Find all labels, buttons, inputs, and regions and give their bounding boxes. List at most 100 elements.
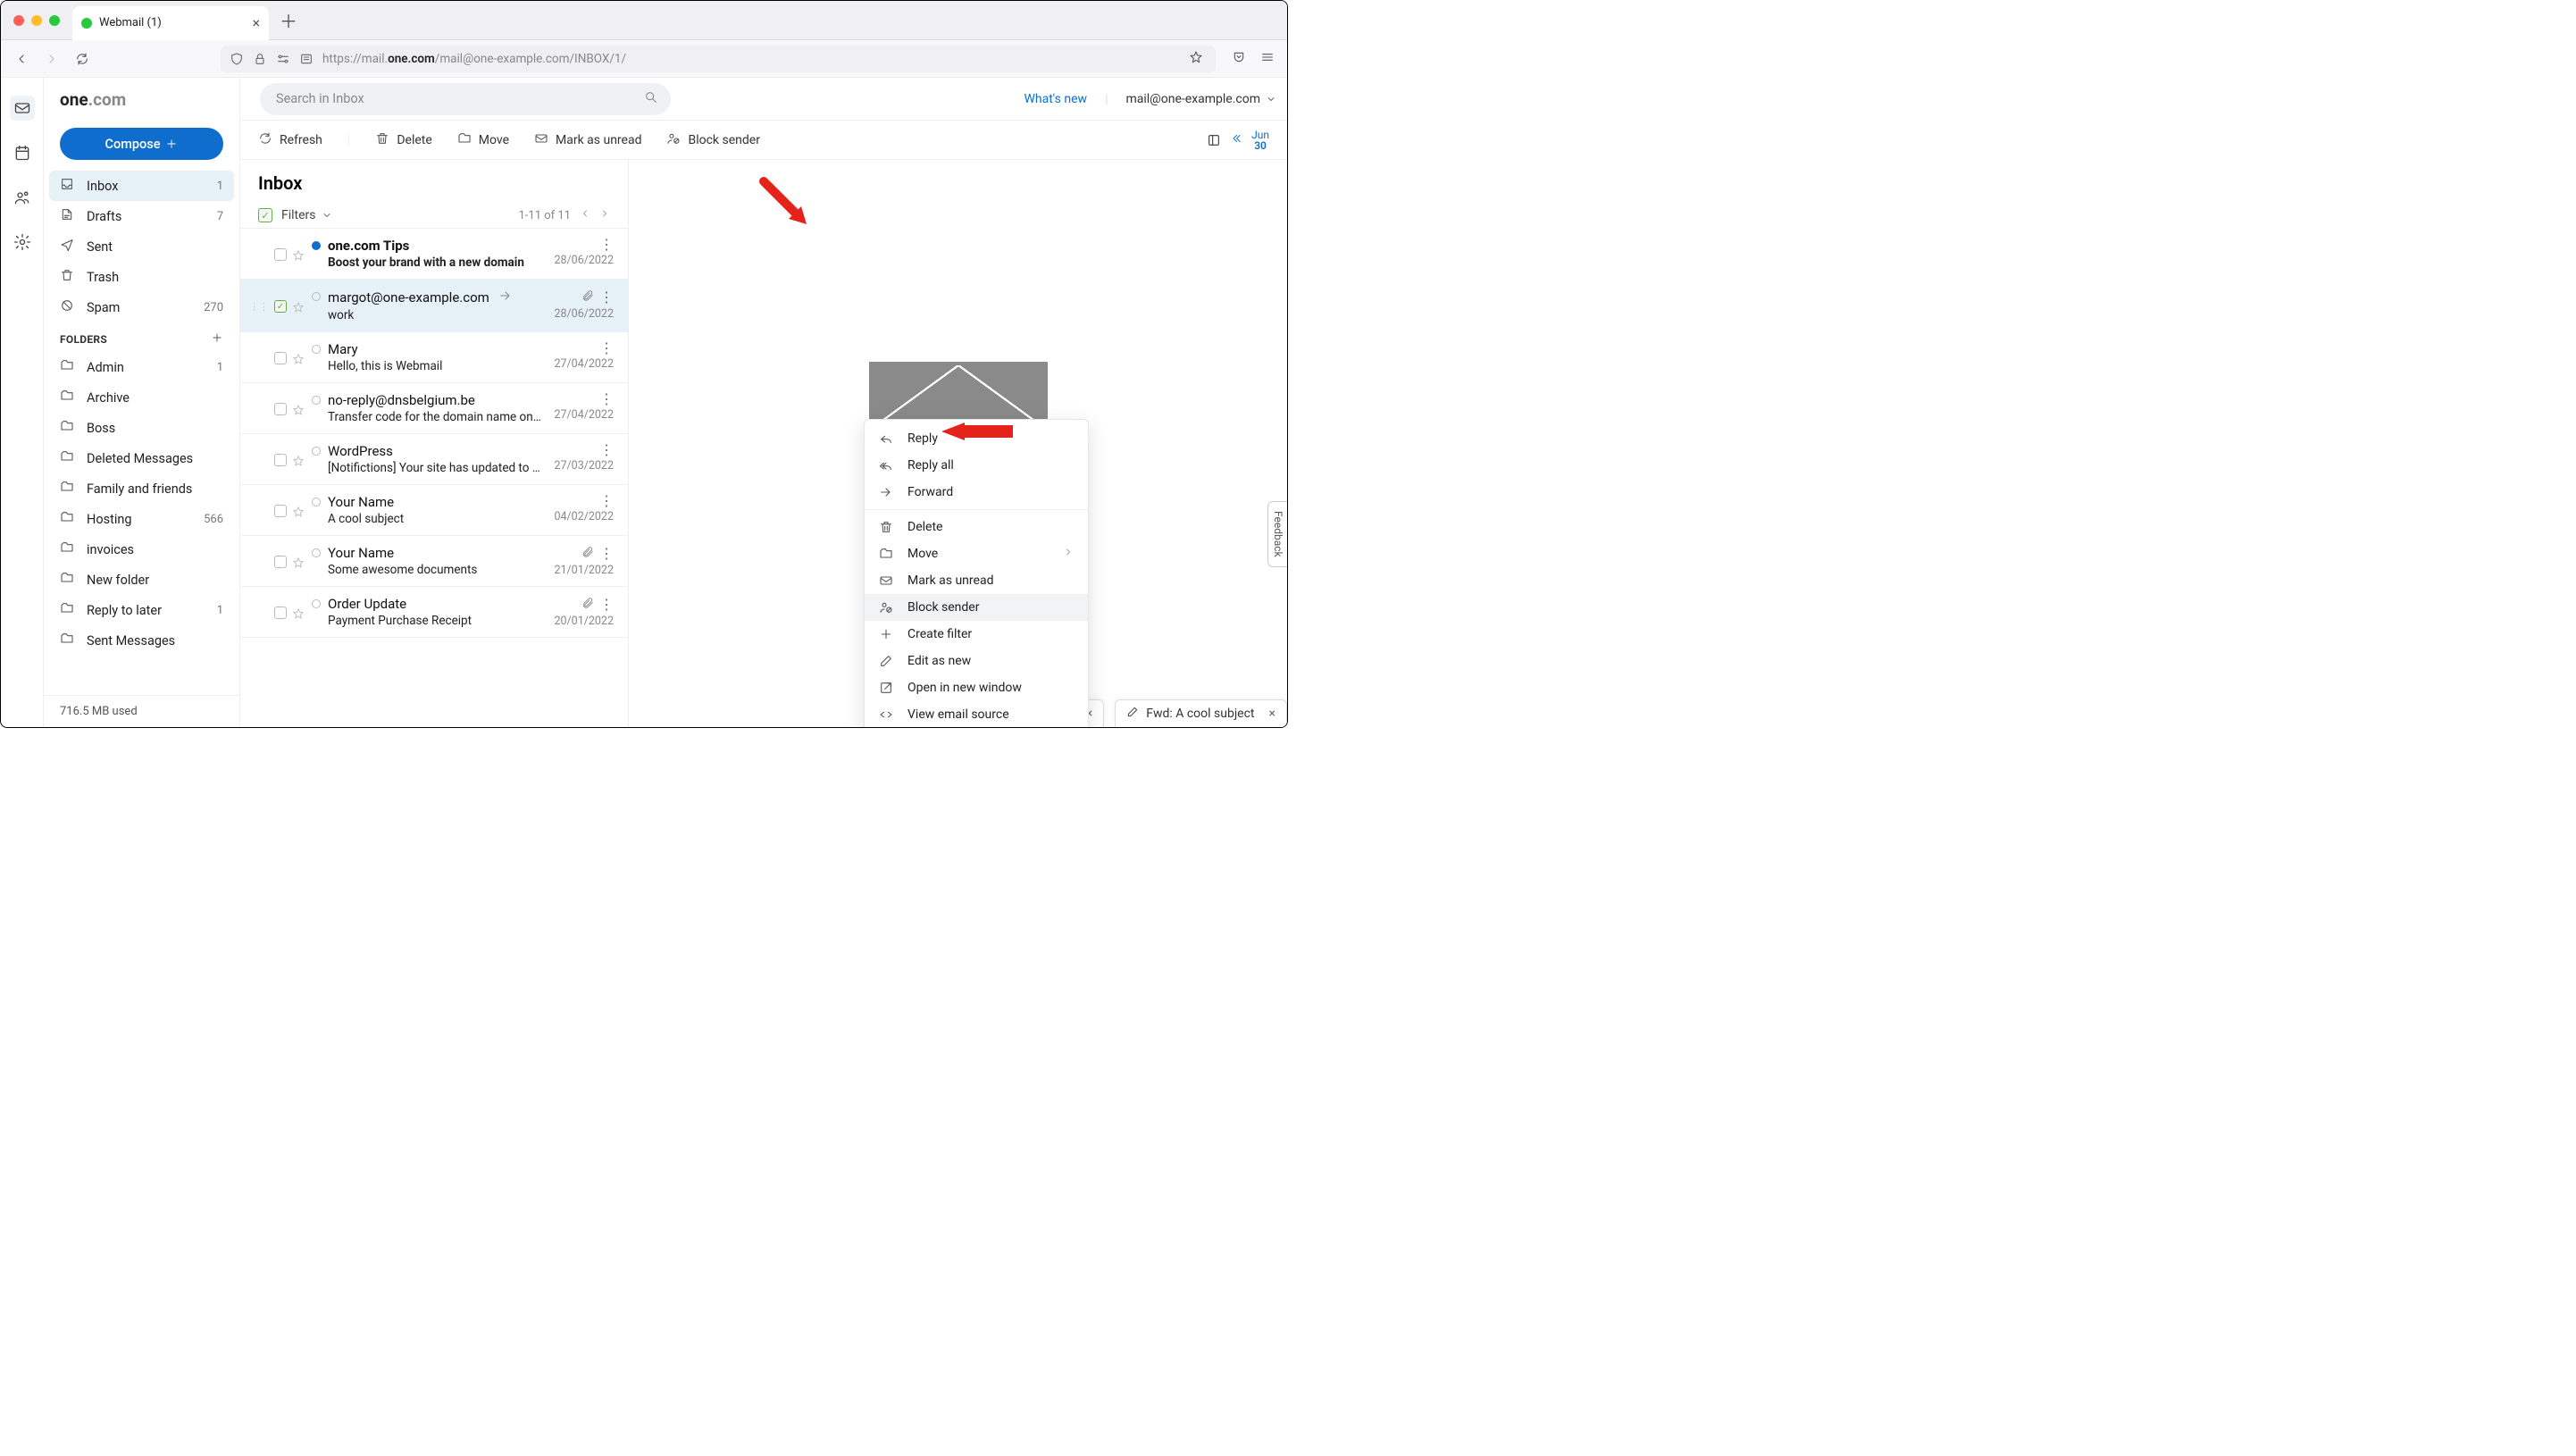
sidebar-folder-spam[interactable]: Spam270 bbox=[44, 292, 239, 322]
sidebar-folder-drafts[interactable]: Drafts7 bbox=[44, 201, 239, 231]
ctx-create-filter[interactable]: Create filter bbox=[865, 621, 1088, 648]
message-menu-button[interactable]: ⋮ bbox=[599, 547, 614, 561]
drag-handle-icon[interactable]: ⋮⋮ bbox=[249, 301, 269, 313]
contacts-rail-icon[interactable] bbox=[10, 185, 35, 210]
filters-button[interactable]: Filters bbox=[281, 208, 332, 222]
ctx-edit-as-new[interactable]: Edit as new bbox=[865, 648, 1088, 674]
feedback-button[interactable]: Feedback bbox=[1267, 501, 1288, 567]
ctx-delete[interactable]: Delete bbox=[865, 514, 1088, 540]
whats-new-link[interactable]: What's new bbox=[1024, 92, 1087, 106]
sidebar-folder-reply-to-later[interactable]: Reply to later1 bbox=[44, 595, 239, 625]
sidebar-folder-boss[interactable]: Boss bbox=[44, 413, 239, 443]
calendar-rail-icon[interactable] bbox=[10, 140, 35, 165]
star-button[interactable] bbox=[292, 300, 305, 313]
message-menu-button[interactable]: ⋮ bbox=[599, 341, 614, 356]
message-context-menu[interactable]: ReplyReply allForwardDeleteMoveMark as u… bbox=[864, 419, 1089, 727]
sidebar-folder-deleted-messages[interactable]: Deleted Messages bbox=[44, 443, 239, 473]
message-row[interactable]: ⋮⋮no-reply@dnsbelgium.beTransfer code fo… bbox=[240, 383, 628, 434]
search-input[interactable]: Search in Inbox bbox=[260, 83, 671, 115]
ctx-view-email-source[interactable]: View email source bbox=[865, 701, 1088, 727]
star-button[interactable] bbox=[292, 248, 305, 261]
sidebar-folder-family-and-friends[interactable]: Family and friends bbox=[44, 473, 239, 504]
sidebar-folder-archive[interactable]: Archive bbox=[44, 382, 239, 413]
message-row[interactable]: ⋮⋮Your NameA cool subject⋮04/02/2022 bbox=[240, 485, 628, 536]
menu-button[interactable] bbox=[1257, 50, 1278, 68]
message-checkbox[interactable] bbox=[274, 556, 287, 568]
sidebar-folder-sent[interactable]: Sent bbox=[44, 231, 239, 262]
ctx-forward[interactable]: Forward bbox=[865, 479, 1088, 506]
message-menu-button[interactable]: ⋮ bbox=[599, 598, 614, 612]
sidebar-folder-new-folder[interactable]: New folder bbox=[44, 565, 239, 595]
message-checkbox[interactable] bbox=[274, 352, 287, 364]
draft-tab[interactable]: Fwd: A cool subject× bbox=[1115, 699, 1287, 727]
mail-rail-icon[interactable] bbox=[10, 96, 35, 121]
sidebar-folder-admin[interactable]: Admin1 bbox=[44, 352, 239, 382]
block-sender-button[interactable]: Block sender bbox=[666, 131, 759, 149]
message-row[interactable]: ⋮⋮WordPress[Notifictions] Your site has … bbox=[240, 434, 628, 485]
message-menu-button[interactable]: ⋮ bbox=[599, 392, 614, 406]
message-checkbox[interactable]: ✓ bbox=[274, 300, 287, 313]
sidebar-folder-invoices[interactable]: invoices bbox=[44, 534, 239, 565]
ctx-move[interactable]: Move bbox=[865, 540, 1088, 567]
message-checkbox[interactable] bbox=[274, 403, 287, 415]
star-button[interactable] bbox=[292, 556, 305, 568]
add-folder-button[interactable] bbox=[211, 331, 223, 347]
message-row[interactable]: ⋮⋮Order UpdatePayment Purchase Receipt⋮2… bbox=[240, 587, 628, 638]
message-menu-button[interactable]: ⋮ bbox=[599, 290, 614, 305]
date-nav-prev[interactable] bbox=[1230, 132, 1242, 148]
ctx-reply-all[interactable]: Reply all bbox=[865, 452, 1088, 479]
message-checkbox[interactable] bbox=[274, 454, 287, 466]
bookmark-star-button[interactable] bbox=[1185, 50, 1207, 68]
message-sender: WordPress bbox=[328, 443, 393, 459]
message-checkbox[interactable] bbox=[274, 505, 287, 517]
compose-button[interactable]: Compose bbox=[60, 128, 223, 160]
star-button[interactable] bbox=[292, 454, 305, 466]
user-email-menu[interactable]: mail@one-example.com bbox=[1125, 92, 1276, 106]
browser-tab[interactable]: Webmail (1) × bbox=[72, 6, 269, 40]
pager-prev-button[interactable] bbox=[580, 208, 590, 222]
message-row[interactable]: ⋮⋮Your NameSome awesome documents⋮21/01/… bbox=[240, 536, 628, 587]
message-row[interactable]: ⋮⋮one.com TipsBoost your brand with a ne… bbox=[240, 229, 628, 280]
pocket-button[interactable] bbox=[1228, 50, 1250, 68]
window-maximize-button[interactable] bbox=[49, 15, 60, 26]
star-button[interactable] bbox=[292, 607, 305, 619]
date-jump-button[interactable]: Jun 30 bbox=[1251, 130, 1269, 151]
close-icon[interactable]: × bbox=[1269, 707, 1275, 721]
delete-button[interactable]: Delete bbox=[375, 131, 431, 149]
ctx-block-sender[interactable]: Block sender bbox=[865, 594, 1088, 621]
message-menu-button[interactable]: ⋮ bbox=[599, 494, 614, 508]
move-button[interactable]: Move bbox=[457, 131, 509, 149]
ctx-mark-as-unread[interactable]: Mark as unread bbox=[865, 567, 1088, 594]
settings-rail-icon[interactable] bbox=[10, 230, 35, 255]
message-date: 21/01/2022 bbox=[554, 564, 614, 577]
ctx-open-in-new-window[interactable]: Open in new window bbox=[865, 674, 1088, 701]
message-menu-button[interactable]: ⋮ bbox=[599, 443, 614, 457]
window-close-button[interactable] bbox=[13, 15, 24, 26]
pager-next-button[interactable] bbox=[599, 208, 610, 222]
message-checkbox[interactable] bbox=[274, 248, 287, 261]
sidebar-folder-trash[interactable]: Trash bbox=[44, 262, 239, 292]
sidebar-folder-inbox[interactable]: Inbox1 bbox=[49, 171, 234, 201]
search-icon bbox=[644, 90, 658, 108]
sidebar-folder-sent-messages[interactable]: Sent Messages bbox=[44, 625, 239, 656]
layout-toggle-button[interactable] bbox=[1207, 133, 1221, 147]
back-button[interactable] bbox=[10, 47, 33, 71]
message-date: 27/04/2022 bbox=[554, 408, 614, 422]
star-button[interactable] bbox=[292, 403, 305, 415]
forward-button[interactable] bbox=[40, 47, 63, 71]
star-button[interactable] bbox=[292, 505, 305, 517]
select-all-checkbox[interactable]: ✓ bbox=[258, 208, 272, 222]
message-menu-button[interactable]: ⋮ bbox=[599, 238, 614, 252]
refresh-button[interactable]: Refresh bbox=[258, 131, 322, 149]
message-checkbox[interactable] bbox=[274, 607, 287, 619]
reload-button[interactable] bbox=[71, 47, 94, 71]
star-button[interactable] bbox=[292, 352, 305, 364]
tab-close-button[interactable]: × bbox=[252, 14, 260, 31]
mark-unread-button[interactable]: Mark as unread bbox=[534, 131, 641, 149]
url-bar[interactable]: https://mail.one.com/mail@one-example.co… bbox=[221, 46, 1216, 72]
message-row[interactable]: ⋮⋮✓margot@one-example.comwork⋮28/06/2022 bbox=[240, 280, 628, 332]
new-tab-button[interactable]: ＋ bbox=[269, 7, 308, 33]
sidebar-folder-hosting[interactable]: Hosting566 bbox=[44, 504, 239, 534]
window-minimize-button[interactable] bbox=[31, 15, 42, 26]
message-row[interactable]: ⋮⋮MaryHello, this is Webmail⋮27/04/2022 bbox=[240, 332, 628, 383]
